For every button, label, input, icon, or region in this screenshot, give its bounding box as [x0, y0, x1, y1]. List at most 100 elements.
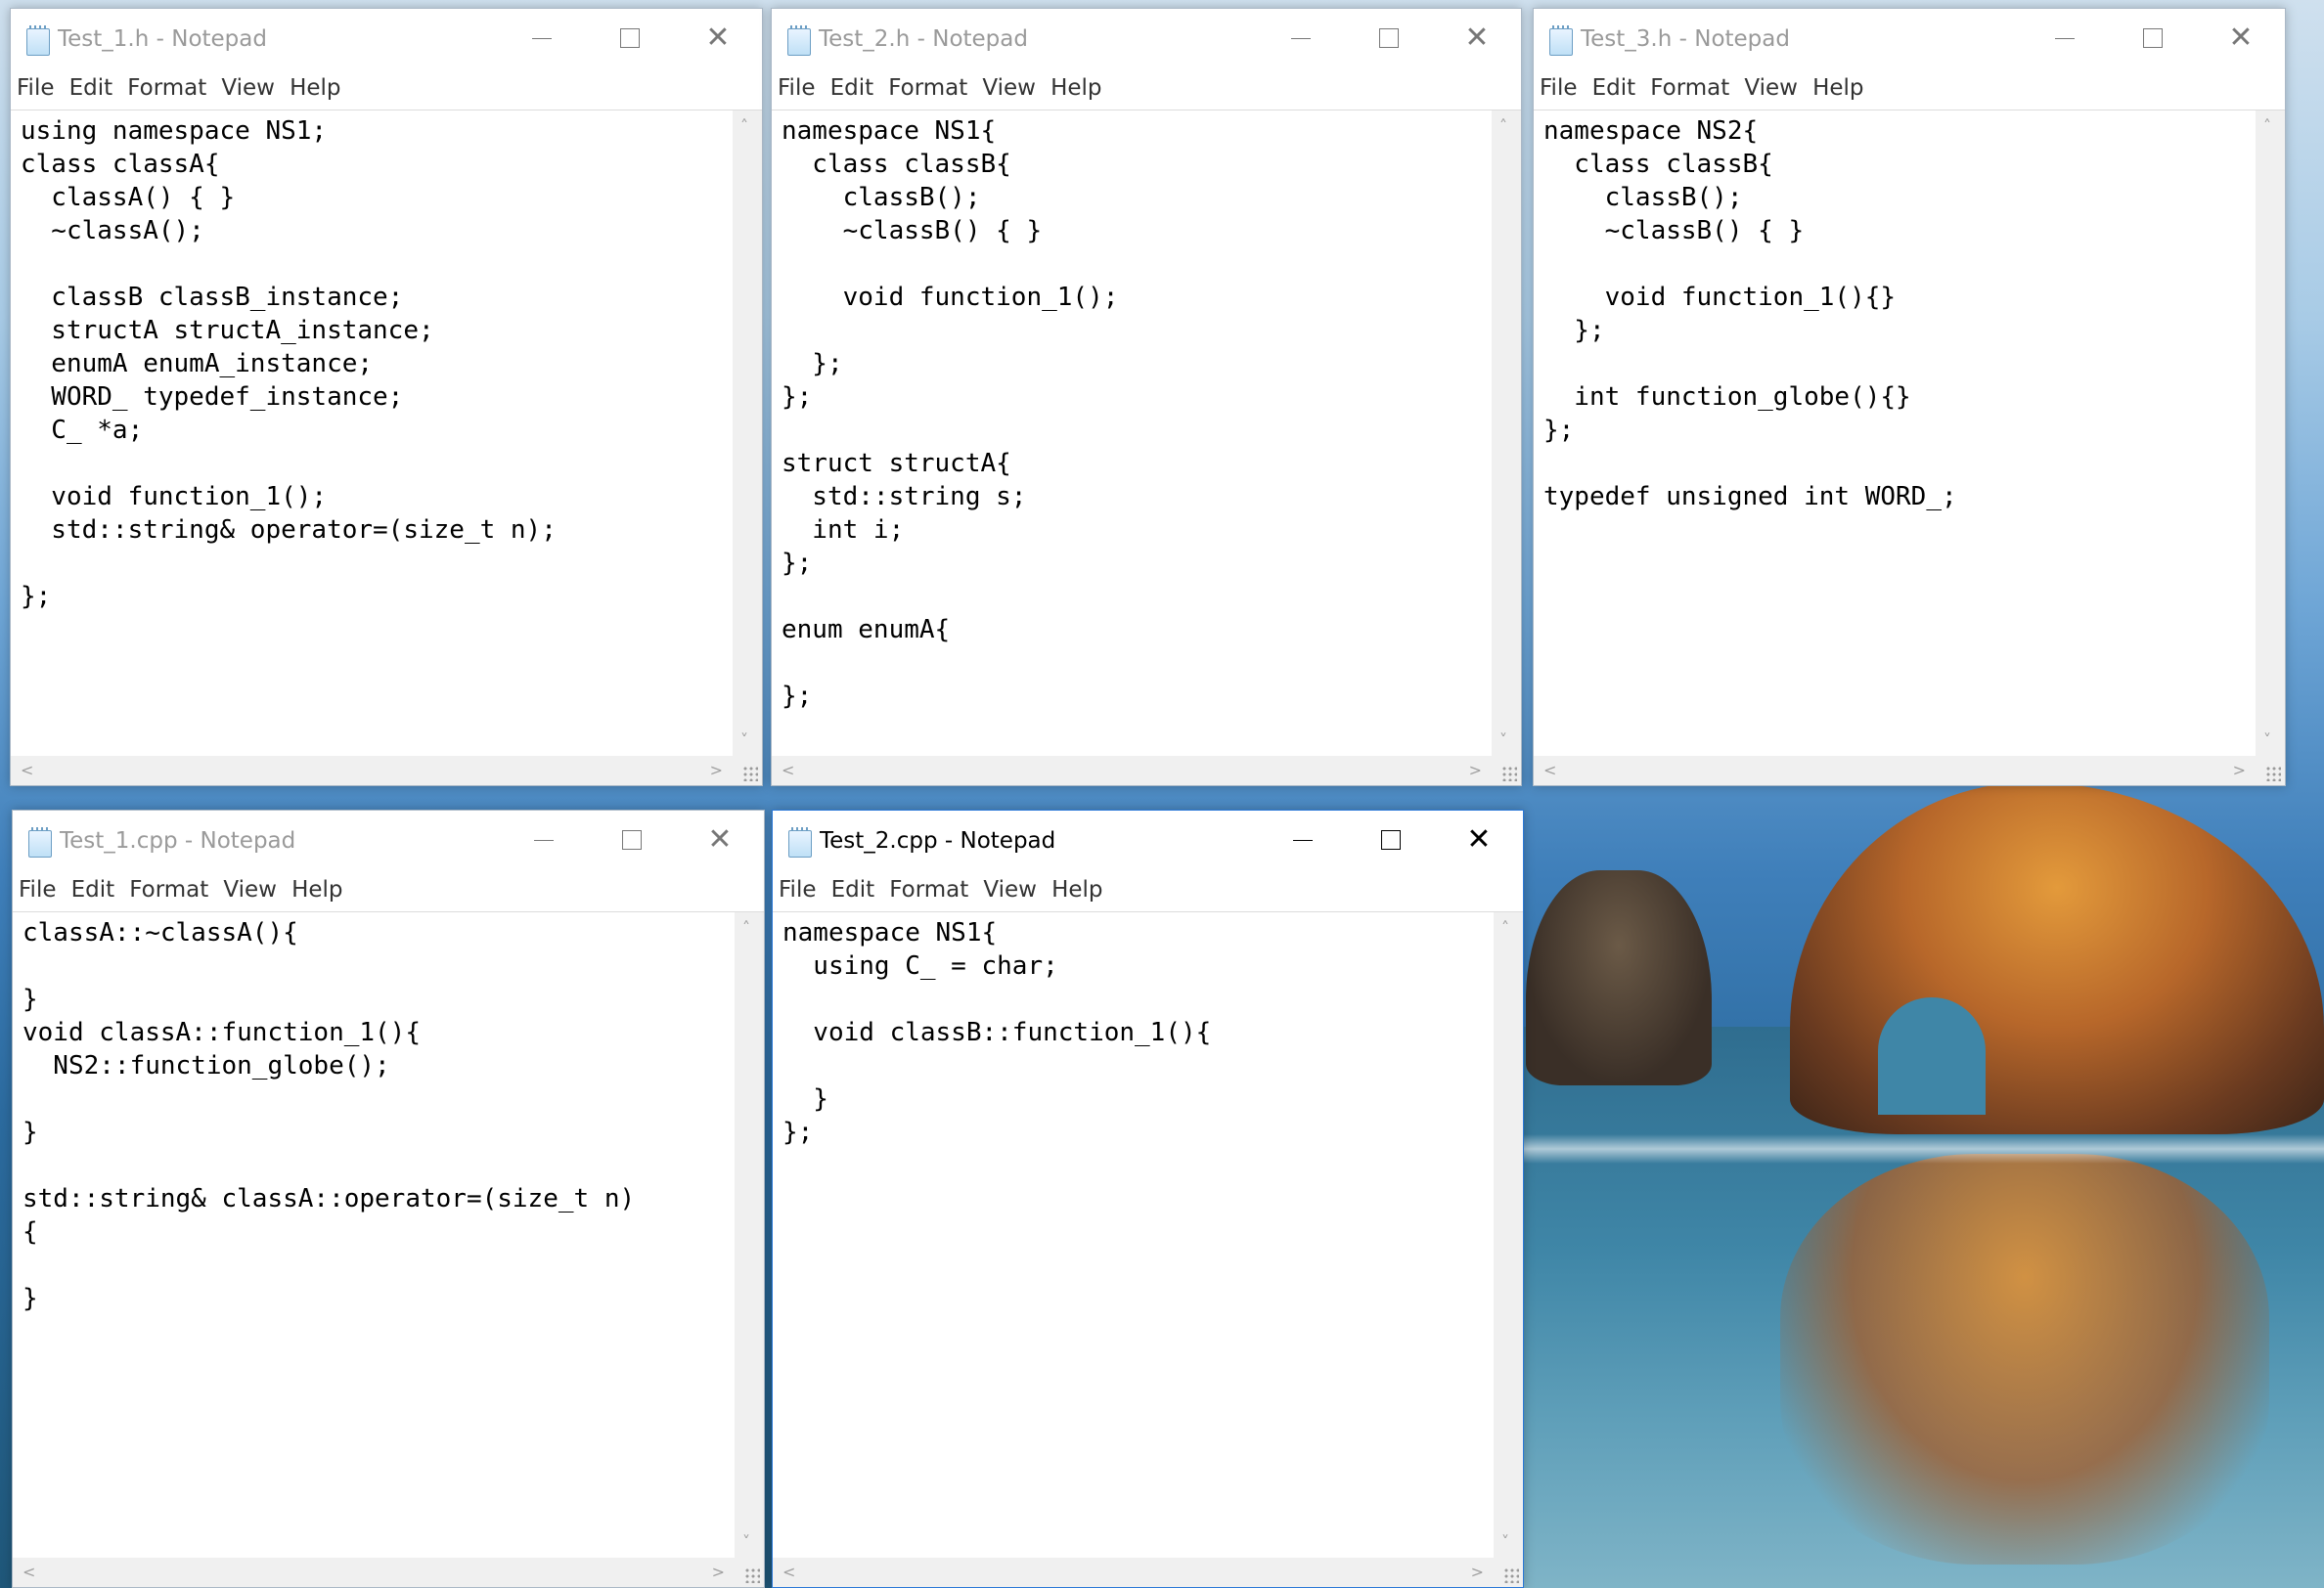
scroll-down-icon[interactable]: ˅: [742, 1534, 750, 1550]
vertical-scrollbar[interactable]: ˄ ˅: [1492, 110, 1521, 756]
scroll-up-icon[interactable]: ˄: [2263, 118, 2271, 134]
horizontal-scrollbar[interactable]: < >: [1534, 756, 2256, 785]
scroll-right-icon[interactable]: >: [710, 763, 723, 778]
title-bar[interactable]: Test_3.h - Notepad ✕: [1534, 9, 2285, 67]
vertical-scrollbar[interactable]: ˄ ˅: [1494, 912, 1523, 1558]
maximize-button[interactable]: [1347, 811, 1435, 869]
minimize-icon: [1293, 839, 1313, 841]
scroll-left-icon[interactable]: <: [21, 763, 33, 778]
minimize-button[interactable]: [1257, 9, 1345, 67]
scroll-up-icon[interactable]: ˄: [740, 118, 748, 134]
title-bar[interactable]: Test_2.cpp - Notepad ✕: [773, 811, 1523, 869]
horizontal-scrollbar[interactable]: < >: [773, 1558, 1494, 1587]
minimize-button[interactable]: [1259, 811, 1347, 869]
maximize-button[interactable]: [1345, 9, 1433, 67]
scroll-left-icon[interactable]: <: [22, 1565, 35, 1580]
notepad-window-test-2-cpp[interactable]: Test_2.cpp - Notepad ✕ File Edit Format …: [772, 810, 1524, 1588]
editor-text[interactable]: namespace NS1{ using C_ = char; void cla…: [782, 916, 1490, 1554]
scroll-up-icon[interactable]: ˄: [742, 920, 750, 936]
editor-area[interactable]: classA::~classA(){ } void classA::functi…: [13, 911, 764, 1587]
editor-area[interactable]: namespace NS1{ using C_ = char; void cla…: [773, 911, 1523, 1587]
menu-file[interactable]: File: [1540, 75, 1578, 101]
scroll-down-icon[interactable]: ˅: [2263, 732, 2271, 748]
scroll-up-icon[interactable]: ˄: [1499, 118, 1507, 134]
menu-format[interactable]: Format: [889, 877, 968, 903]
vertical-scrollbar[interactable]: ˄ ˅: [733, 110, 762, 756]
menu-view[interactable]: View: [221, 75, 275, 101]
editor-area[interactable]: namespace NS1{ class classB{ classB(); ~…: [772, 110, 1521, 785]
maximize-button[interactable]: [2109, 9, 2197, 67]
menu-view[interactable]: View: [1744, 75, 1798, 101]
menu-view[interactable]: View: [223, 877, 277, 903]
scroll-right-icon[interactable]: >: [1469, 763, 1482, 778]
scroll-left-icon[interactable]: <: [1543, 763, 1556, 778]
close-button[interactable]: ✕: [674, 9, 762, 67]
menu-format[interactable]: Format: [127, 75, 206, 101]
scroll-up-icon[interactable]: ˄: [1501, 920, 1509, 936]
vertical-scrollbar[interactable]: ˄ ˅: [2256, 110, 2285, 756]
menu-view[interactable]: View: [982, 75, 1036, 101]
maximize-button[interactable]: [588, 811, 676, 869]
notepad-icon: [1549, 25, 1573, 56]
editor-area[interactable]: using namespace NS1; class classA{ class…: [11, 110, 762, 785]
horizontal-scrollbar[interactable]: < >: [13, 1558, 735, 1587]
scroll-left-icon[interactable]: <: [782, 1565, 795, 1580]
size-grip[interactable]: [1494, 1558, 1523, 1587]
menu-help[interactable]: Help: [1812, 75, 1863, 101]
size-grip-icon: [742, 766, 758, 781]
editor-text[interactable]: classA::~classA(){ } void classA::functi…: [22, 916, 731, 1554]
close-button[interactable]: ✕: [676, 811, 764, 869]
notepad-window-test-3-h[interactable]: Test_3.h - Notepad ✕ File Edit Format Vi…: [1533, 8, 2286, 786]
size-grip[interactable]: [1492, 756, 1521, 785]
title-bar[interactable]: Test_1.h - Notepad ✕: [11, 9, 762, 67]
scroll-right-icon[interactable]: >: [2233, 763, 2246, 778]
notepad-window-test-1-cpp[interactable]: Test_1.cpp - Notepad ✕ File Edit Format …: [12, 810, 765, 1588]
maximize-button[interactable]: [586, 9, 674, 67]
menu-edit[interactable]: Edit: [1592, 75, 1636, 101]
close-button[interactable]: ✕: [1435, 811, 1523, 869]
editor-text[interactable]: using namespace NS1; class classA{ class…: [21, 114, 729, 752]
menu-file[interactable]: File: [778, 75, 816, 101]
editor-text[interactable]: namespace NS2{ class classB{ classB(); ~…: [1543, 114, 2252, 752]
scroll-down-icon[interactable]: ˅: [1499, 732, 1507, 748]
scroll-right-icon[interactable]: >: [712, 1565, 725, 1580]
horizontal-scrollbar[interactable]: < >: [772, 756, 1492, 785]
menu-edit[interactable]: Edit: [69, 75, 113, 101]
horizontal-scrollbar[interactable]: < >: [11, 756, 733, 785]
close-icon: ✕: [2228, 21, 2254, 55]
close-button[interactable]: ✕: [1433, 9, 1521, 67]
menu-file[interactable]: File: [17, 75, 55, 101]
menu-help[interactable]: Help: [1050, 75, 1101, 101]
scroll-right-icon[interactable]: >: [1471, 1565, 1484, 1580]
size-grip[interactable]: [733, 756, 762, 785]
notepad-window-test-1-h[interactable]: Test_1.h - Notepad ✕ File Edit Format Vi…: [10, 8, 763, 786]
vertical-scrollbar[interactable]: ˄ ˅: [735, 912, 764, 1558]
menu-file[interactable]: File: [19, 877, 57, 903]
close-button[interactable]: ✕: [2197, 9, 2285, 67]
editor-area[interactable]: namespace NS2{ class classB{ classB(); ~…: [1534, 110, 2285, 785]
title-bar[interactable]: Test_2.h - Notepad ✕: [772, 9, 1521, 67]
menu-help[interactable]: Help: [1051, 877, 1102, 903]
menu-edit[interactable]: Edit: [830, 75, 874, 101]
minimize-button[interactable]: [500, 811, 588, 869]
menu-help[interactable]: Help: [291, 877, 342, 903]
minimize-button[interactable]: [498, 9, 586, 67]
menu-format[interactable]: Format: [129, 877, 208, 903]
notepad-window-test-2-h[interactable]: Test_2.h - Notepad ✕ File Edit Format Vi…: [771, 8, 1522, 786]
scroll-down-icon[interactable]: ˅: [1501, 1534, 1509, 1550]
menu-help[interactable]: Help: [290, 75, 340, 101]
menu-edit[interactable]: Edit: [71, 877, 115, 903]
title-bar[interactable]: Test_1.cpp - Notepad ✕: [13, 811, 764, 869]
menu-edit[interactable]: Edit: [831, 877, 875, 903]
menu-format[interactable]: Format: [888, 75, 967, 101]
notepad-icon: [26, 25, 50, 56]
size-grip[interactable]: [2256, 756, 2285, 785]
minimize-button[interactable]: [2021, 9, 2109, 67]
editor-text[interactable]: namespace NS1{ class classB{ classB(); ~…: [782, 114, 1488, 752]
menu-format[interactable]: Format: [1650, 75, 1729, 101]
menu-file[interactable]: File: [779, 877, 817, 903]
size-grip[interactable]: [735, 1558, 764, 1587]
scroll-left-icon[interactable]: <: [782, 763, 794, 778]
menu-view[interactable]: View: [983, 877, 1037, 903]
scroll-down-icon[interactable]: ˅: [740, 732, 748, 748]
